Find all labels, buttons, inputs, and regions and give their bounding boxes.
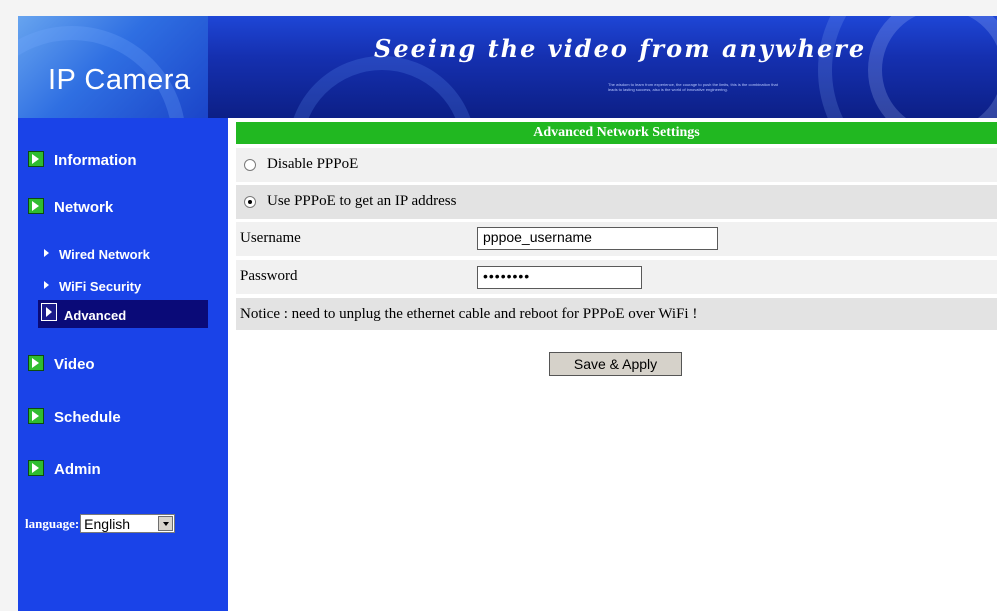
username-label: Username [240,230,301,246]
banner-wave-graphic [868,16,997,118]
password-label: Password [240,268,298,284]
option-row-use-pppoe[interactable]: Use PPPoE to get an IP address [236,185,997,219]
username-input[interactable]: pppoe_username [477,227,718,250]
white-triangle-icon [41,303,57,321]
language-selector: language: English [25,514,176,533]
white-triangle-icon [44,281,49,289]
sidebar-subitem-label: WiFi Security [59,279,142,294]
green-arrow-icon [28,198,44,215]
password-input[interactable]: •••••••• [477,266,642,289]
sidebar: Information Network Wired Network WiFi S… [18,118,228,611]
section-header: Advanced Network Settings [236,122,997,144]
language-label: language: [25,515,80,531]
sidebar-item-admin[interactable]: Admin [28,460,101,478]
white-triangle-icon [44,249,49,257]
radio-use-pppoe[interactable] [244,196,256,208]
language-select[interactable]: English [80,514,176,533]
language-select-value: English [84,516,131,532]
sidebar-subitem-label: Advanced [64,308,127,323]
banner-wave-graphic [288,56,476,118]
app-title: IP Camera [48,64,191,96]
page-frame: IP Camera Seeing the video from anywhere… [18,16,997,611]
green-arrow-icon [28,408,44,425]
sidebar-subitem-wifi-security[interactable]: WiFi Security [44,279,141,294]
sidebar-subitem-advanced[interactable]: Advanced [38,300,208,328]
radio-label: Use PPPoE to get an IP address [267,193,457,209]
sidebar-item-label: Schedule [54,409,121,426]
option-row-disable-pppoe[interactable]: Disable PPPoE [236,148,997,182]
header-banner: IP Camera Seeing the video from anywhere… [18,16,997,118]
green-arrow-icon [28,355,44,372]
sidebar-item-label: Admin [54,461,101,478]
sidebar-subitem-label: Wired Network [59,247,150,262]
radio-disable-pppoe[interactable] [244,159,256,171]
sidebar-item-label: Video [54,356,95,373]
banner-fine-print: The wisdom to learn from experience, the… [608,82,778,92]
green-arrow-icon [28,151,44,168]
sidebar-item-video[interactable]: Video [28,355,95,373]
password-row: Password •••••••• [236,260,997,294]
radio-label: Disable PPPoE [267,156,359,172]
notice-row: Notice : need to unplug the ethernet cab… [236,298,997,330]
dropdown-arrow-icon[interactable] [158,516,174,531]
sidebar-item-schedule[interactable]: Schedule [28,408,121,426]
sidebar-item-label: Network [54,199,114,216]
sidebar-item-network[interactable]: Network [28,198,114,216]
banner-tagline: Seeing the video from anywhere [374,34,867,63]
notice-text: Notice : need to unplug the ethernet cab… [240,306,698,322]
username-row: Username pppoe_username [236,222,997,256]
sidebar-subitem-wired-network[interactable]: Wired Network [44,247,150,262]
save-apply-button[interactable]: Save & Apply [549,352,682,376]
sidebar-item-label: Information [54,152,137,169]
green-arrow-icon [28,460,44,477]
sidebar-item-information[interactable]: Information [28,151,137,169]
